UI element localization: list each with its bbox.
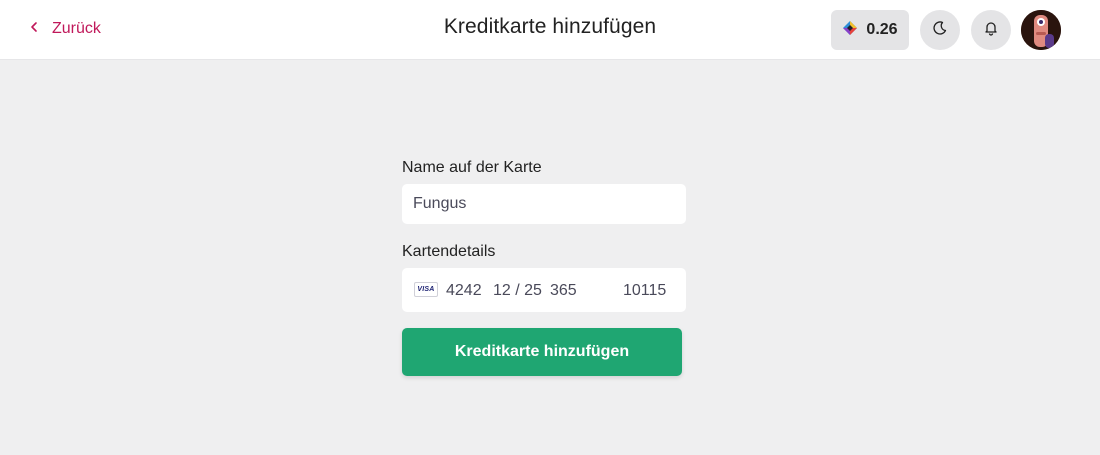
card-cvc-input[interactable]: 365 — [550, 281, 577, 301]
card-details-label: Kartendetails — [402, 243, 496, 260]
visa-card-icon: VISA — [414, 282, 438, 297]
theme-toggle-button[interactable] — [920, 10, 960, 50]
bell-icon — [983, 20, 999, 41]
add-card-button[interactable]: Kreditkarte hinzufügen — [402, 328, 682, 376]
add-card-form: Name auf der Karte Fungus Kartendetails … — [402, 158, 686, 376]
gem-icon — [842, 20, 858, 41]
avatar[interactable] — [1021, 10, 1061, 50]
name-on-card-value: Fungus — [413, 195, 467, 212]
credit-value: 0.26 — [866, 21, 898, 38]
card-postal-input[interactable]: 10115 — [623, 281, 666, 301]
credit-badge[interactable]: 0.26 — [831, 10, 909, 50]
top-bar: Zurück Kreditkarte hinzufügen 0.26 — [0, 0, 1100, 60]
name-label: Name auf der Karte — [402, 159, 542, 176]
notifications-button[interactable] — [971, 10, 1011, 50]
moon-icon — [932, 20, 948, 41]
card-expiry-input[interactable]: 12 / 25 — [493, 281, 542, 301]
card-number-input[interactable]: 4242 — [446, 281, 482, 301]
card-details-field[interactable]: VISA 4242 12 / 25 365 10115 — [402, 268, 686, 312]
name-on-card-input[interactable]: Fungus — [402, 184, 686, 224]
